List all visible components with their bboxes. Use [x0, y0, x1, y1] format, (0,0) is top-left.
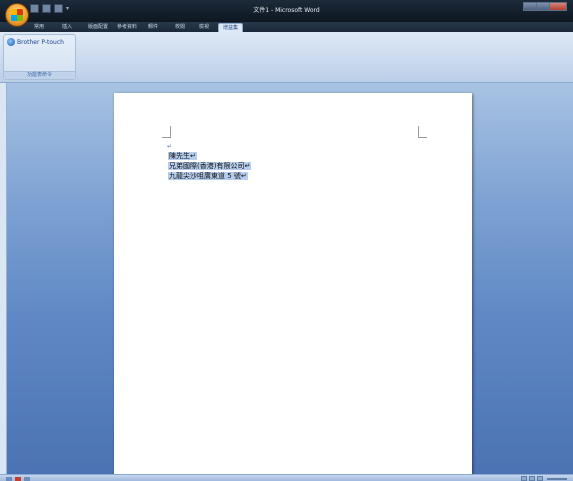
tab-insert[interactable]: 插入	[58, 23, 76, 32]
document-line[interactable]: 兄弟國際(香港)有限公司↵	[168, 161, 252, 171]
status-bar	[0, 474, 573, 481]
tab-mailings[interactable]: 郵件	[144, 23, 162, 32]
tab-page-layout[interactable]: 版面配置	[84, 23, 112, 32]
window-title: 文件1 - Microsoft Word	[253, 7, 320, 14]
language-icon[interactable]	[24, 476, 30, 481]
document-line[interactable]: 陳先生↵	[168, 151, 251, 161]
ribbon-group-menu-commands: Brother P-touch 功能表命令	[3, 34, 76, 80]
margin-corner-top-right	[418, 126, 427, 138]
view-print-layout-button[interactable]	[521, 476, 527, 481]
tab-references[interactable]: 參考資料	[113, 23, 141, 32]
view-web-layout-button[interactable]	[537, 476, 543, 481]
office-logo-icon	[11, 9, 23, 21]
tab-view[interactable]: 檢視	[195, 23, 213, 32]
vertical-ruler	[0, 83, 7, 474]
maximize-button[interactable]	[536, 2, 550, 11]
minimize-button[interactable]	[523, 2, 537, 11]
line-text: 兄弟國際(香港)有限公司↵	[168, 162, 252, 170]
tab-home[interactable]: 常用	[30, 23, 48, 32]
line-text: 九龍尖沙咀廣東道 5 號↵	[168, 172, 248, 180]
tab-review[interactable]: 校閱	[171, 23, 189, 32]
status-right	[521, 475, 569, 481]
ribbon: Brother P-touch 功能表命令	[0, 32, 573, 83]
proofing-icon[interactable]	[15, 476, 21, 481]
title-bar: ▾ 文件1 - Microsoft Word	[0, 0, 573, 22]
line-text: 陳先生↵	[168, 152, 197, 160]
office-button[interactable]	[5, 3, 29, 27]
window-controls	[523, 2, 567, 11]
selected-text-block[interactable]: 陳先生↵ 兄弟國際(香港)有限公司↵ 九龍尖沙咀廣東道 5 號↵	[168, 151, 252, 181]
paragraph-mark-icon: ↵	[167, 143, 173, 150]
zoom-slider[interactable]	[547, 477, 567, 480]
ribbon-tabs: 常用 插入 版面配置 參考資料 郵件 校閱 檢視 增益集	[0, 22, 573, 32]
status-left	[6, 475, 30, 481]
ribbon-group-label: 功能表命令	[4, 71, 75, 79]
view-full-screen-button[interactable]	[529, 476, 535, 481]
document-line[interactable]: 九龍尖沙咀廣東道 5 號↵	[168, 171, 251, 181]
margin-corner-top-left	[162, 126, 171, 138]
page-count-indicator[interactable]	[6, 476, 12, 481]
document-page[interactable]: ↵ 陳先生↵ 兄弟國際(香港)有限公司↵ 九龍尖沙咀廣東道 5 號↵	[114, 93, 472, 474]
close-button[interactable]	[549, 2, 567, 11]
brother-ptouch-button[interactable]: Brother P-touch	[7, 38, 64, 46]
brother-ptouch-label: Brother P-touch	[17, 38, 64, 46]
document-workspace: ↵ 陳先生↵ 兄弟國際(香港)有限公司↵ 九龍尖沙咀廣東道 5 號↵	[0, 83, 573, 474]
ptouch-icon	[7, 38, 15, 46]
tab-add-ins[interactable]: 增益集	[218, 23, 244, 32]
